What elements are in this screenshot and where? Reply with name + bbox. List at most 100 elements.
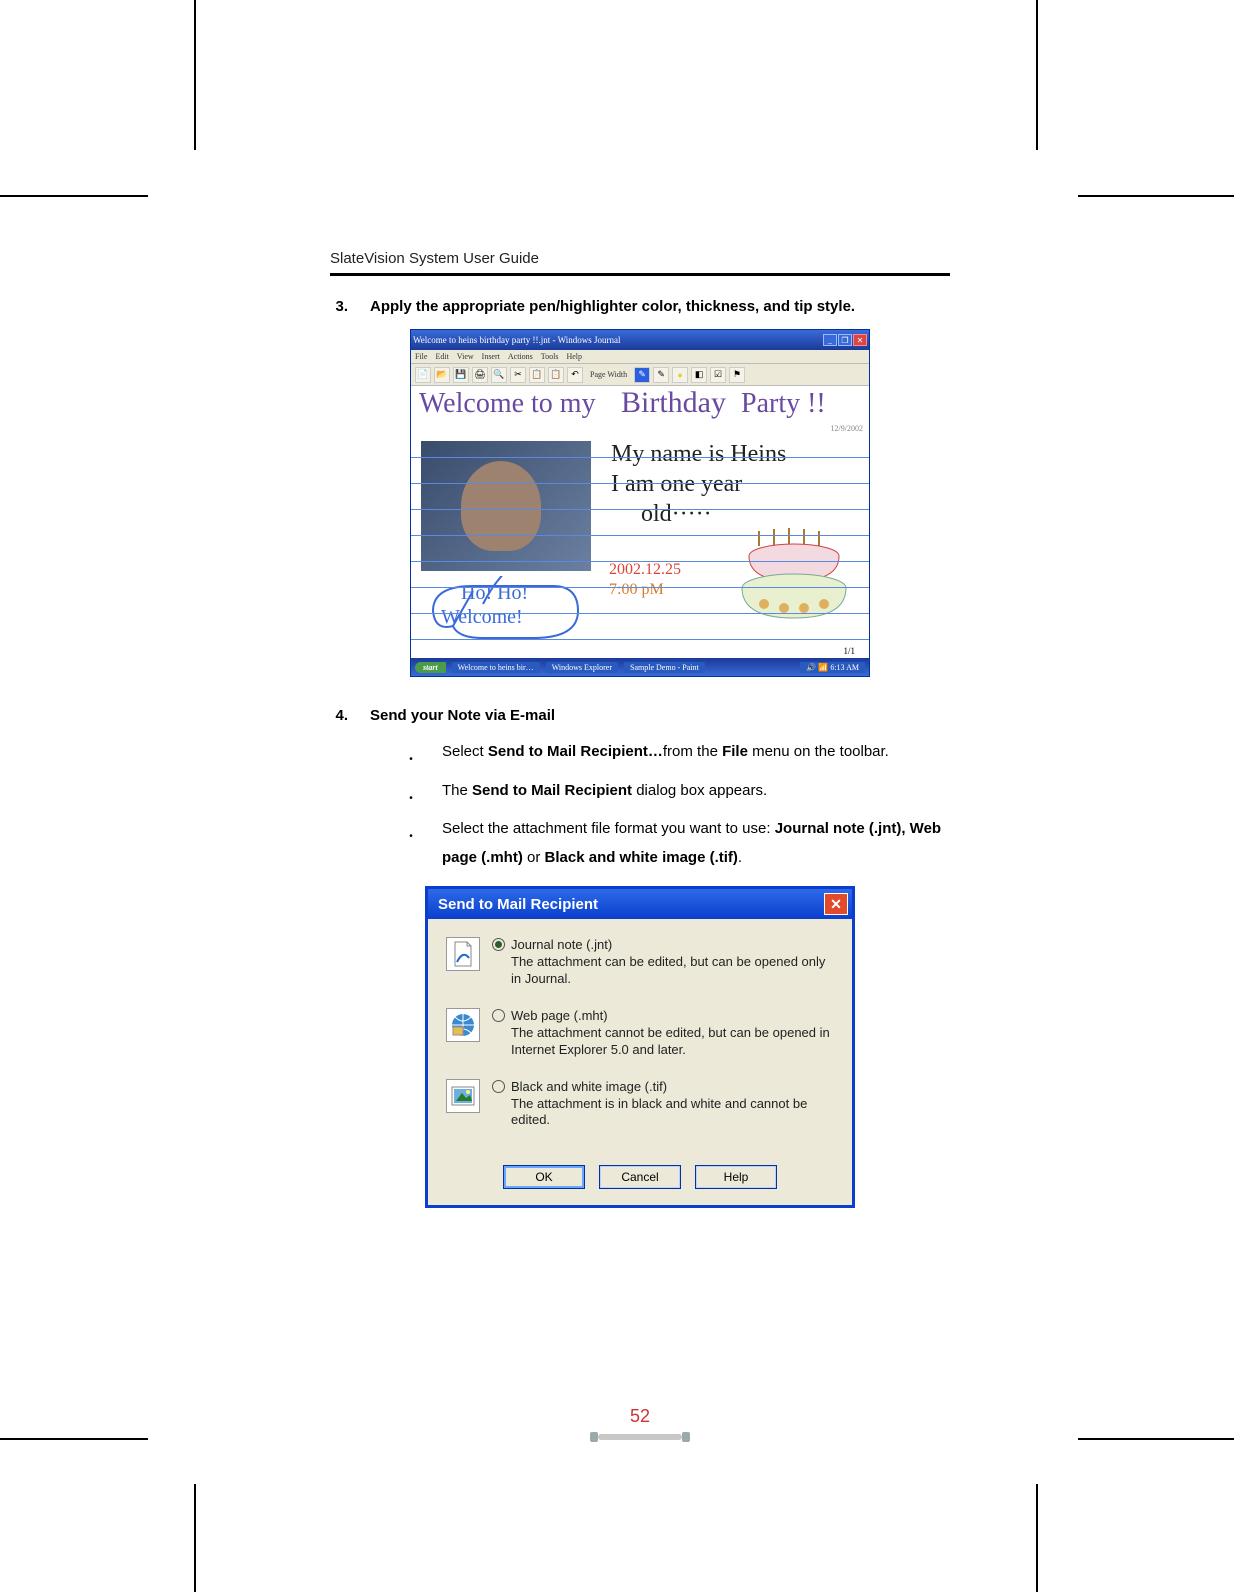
maximize-button[interactable]: ❐ (838, 334, 852, 346)
bullet-icon (408, 777, 414, 812)
flag-icon[interactable]: ⚑ (729, 367, 745, 383)
help-button[interactable]: Help (695, 1165, 777, 1189)
option-label: Web page (.mht) (511, 1008, 608, 1023)
cancel-button[interactable]: Cancel (599, 1165, 681, 1189)
taskbar-item[interactable]: Sample Demo - Paint (624, 662, 705, 673)
system-tray[interactable]: 🔊 📶 6:13 AM (800, 662, 865, 673)
radio-tif[interactable] (492, 1080, 505, 1093)
lasso-icon[interactable]: ☑ (710, 367, 726, 383)
text: menu on the toolbar. (748, 743, 889, 760)
close-button[interactable]: ✕ (824, 893, 848, 915)
handwriting-time: 7:00 pM (609, 581, 664, 599)
menu-edit[interactable]: Edit (435, 352, 448, 361)
cut-icon[interactable]: ✂ (510, 367, 526, 383)
option-label: Journal note (.jnt) (511, 937, 612, 952)
ok-button[interactable]: OK (503, 1165, 585, 1189)
menu-tools[interactable]: Tools (541, 352, 559, 361)
option-mht[interactable]: Web page (.mht) The attachment cannot be… (446, 1008, 834, 1059)
pen2-icon[interactable]: ✎ (653, 367, 669, 383)
toolbar: 📄 📂 💾 🖨 🔍 ✂ 📋 📋 ↶ Page Width ✎ ✎ ● ◧ ☑ ⚑ (411, 364, 869, 386)
page-ornament-icon (590, 1431, 690, 1443)
step-3: 3. Apply the appropriate pen/highlighter… (330, 298, 950, 315)
handwriting: Birthday (621, 386, 726, 420)
text: The (442, 782, 472, 799)
text: . (738, 849, 742, 866)
window-title: Welcome to heins birthday party !!.jnt -… (413, 335, 620, 345)
eraser-icon[interactable]: ◧ (691, 367, 707, 383)
page-indicator: 1/1 (843, 646, 855, 656)
crop-mark (1078, 1438, 1234, 1440)
crop-mark (0, 1438, 148, 1440)
handwriting: I am one year (611, 471, 742, 498)
crop-mark (1036, 1484, 1038, 1592)
taskbar: start Welcome to heins bir… Windows Expl… (411, 658, 869, 676)
window-buttons: _ ❐ ✕ (823, 334, 867, 346)
bullet-icon (408, 815, 414, 872)
bullet-3: Select the attachment file format you wa… (408, 815, 950, 872)
step-text: Apply the appropriate pen/highlighter co… (370, 298, 950, 315)
option-desc: The attachment cannot be edited, but can… (511, 1025, 834, 1059)
open-icon[interactable]: 📂 (434, 367, 450, 383)
close-button[interactable]: ✕ (853, 334, 867, 346)
menu-view[interactable]: View (457, 352, 474, 361)
image-file-icon (446, 1079, 480, 1113)
crop-mark (1036, 0, 1038, 150)
text: dialog box appears. (632, 782, 767, 799)
running-header: SlateVision System User Guide (330, 250, 950, 267)
titlebar: Welcome to heins birthday party !!.jnt -… (411, 330, 869, 350)
text-bold: File (722, 743, 748, 760)
new-icon[interactable]: 📄 (415, 367, 431, 383)
handwriting-date: 2002.12.25 (609, 561, 681, 579)
crop-mark (1078, 195, 1234, 197)
web-page-icon (446, 1008, 480, 1042)
undo-icon[interactable]: ↶ (567, 367, 583, 383)
handwriting: Welcome to my (419, 388, 596, 420)
bubble-text: Welcome! (441, 606, 523, 629)
radio-mht[interactable] (492, 1009, 505, 1022)
start-button[interactable]: start (415, 662, 446, 673)
menu-file[interactable]: File (415, 352, 427, 361)
page-content: SlateVision System User Guide 3. Apply t… (330, 250, 950, 1208)
option-label: Black and white image (.tif) (511, 1079, 667, 1094)
menu-insert[interactable]: Insert (482, 352, 500, 361)
pen-icon[interactable]: ✎ (634, 367, 650, 383)
highlighter-icon[interactable]: ● (672, 367, 688, 383)
option-jnt[interactable]: Journal note (.jnt) The attachment can b… (446, 937, 834, 988)
journal-canvas[interactable]: Welcome to my Birthday Party !! 12/9/200… (411, 386, 869, 658)
dialog-title: Send to Mail Recipient (438, 896, 598, 913)
paste-icon[interactable]: 📋 (548, 367, 564, 383)
taskbar-item[interactable]: Windows Explorer (546, 662, 618, 673)
inserted-photo (421, 441, 591, 571)
bullet-icon (408, 738, 414, 773)
bullet-text: Select the attachment file format you wa… (442, 815, 950, 872)
text: Select the attachment file format you wa… (442, 820, 775, 837)
menu-actions[interactable]: Actions (508, 352, 533, 361)
search-icon[interactable]: 🔍 (491, 367, 507, 383)
option-tif[interactable]: Black and white image (.tif) The attachm… (446, 1079, 834, 1130)
crop-mark (194, 0, 196, 150)
menubar: File Edit View Insert Actions Tools Help (411, 350, 869, 364)
save-icon[interactable]: 💾 (453, 367, 469, 383)
page-footer: 52 (590, 1406, 690, 1448)
step-4: 4. Send your Note via E-mail (330, 707, 950, 724)
bullet-text: The Send to Mail Recipient dialog box ap… (442, 777, 950, 812)
handwriting: My name is Heins (611, 441, 786, 468)
minimize-button[interactable]: _ (823, 334, 837, 346)
menu-help[interactable]: Help (566, 352, 582, 361)
dialog-body: Journal note (.jnt) The attachment can b… (428, 919, 852, 1159)
radio-jnt[interactable] (492, 938, 505, 951)
send-to-mail-dialog: Send to Mail Recipient ✕ Journal note (.… (425, 886, 855, 1208)
print-icon[interactable]: 🖨 (472, 367, 488, 383)
bullet-text: Select Send to Mail Recipient…from the F… (442, 738, 950, 773)
text-bold: Send to Mail Recipient (472, 782, 632, 799)
page-number: 52 (590, 1406, 690, 1427)
text-bold: Send to Mail Recipient… (488, 743, 663, 760)
step-number: 3. (330, 298, 348, 315)
screenshot-windows-journal: Welcome to heins birthday party !!.jnt -… (410, 329, 870, 677)
bubble-text: Ho! Ho! (461, 582, 528, 605)
copy-icon[interactable]: 📋 (529, 367, 545, 383)
speech-bubble (423, 576, 583, 648)
zoom-label[interactable]: Page Width (586, 370, 631, 379)
step-4-bullets: Select Send to Mail Recipient…from the F… (408, 738, 950, 872)
taskbar-item[interactable]: Welcome to heins bir… (452, 662, 540, 673)
